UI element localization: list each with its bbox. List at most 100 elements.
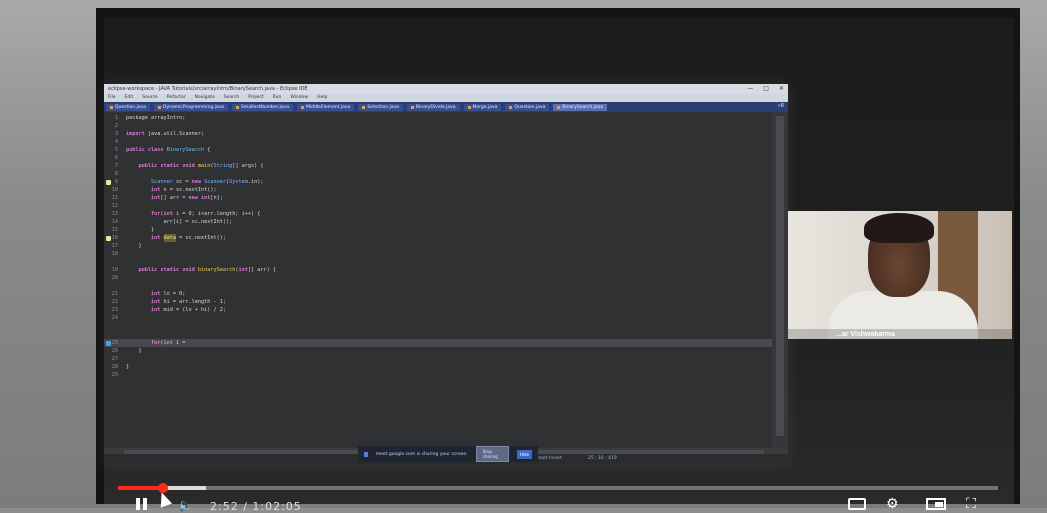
editor-tab[interactable]: Selection.java [358,103,403,111]
java-file-icon [467,105,471,109]
code-line: 5 public class BinarySearch { [114,147,211,153]
menu-refactor[interactable]: Refactor [167,94,186,102]
minimize-button[interactable]: — [747,84,753,94]
breakpoint-marker-icon[interactable] [106,341,111,346]
eclipse-titlebar: eclipse-workspace - JAVA Tutorials/src/a… [104,84,788,94]
insert-mode-status: Smart Insert [534,456,562,461]
editor-tab-bar: Question.java DynamicProgramming.java Sm… [104,102,788,112]
window-controls: — □ ✕ [747,84,784,94]
menu-navigate[interactable]: Navigate [195,94,215,102]
time-display: 2:52 / 1:02:05 [210,500,302,513]
tab-label: BinarySearch.java [562,104,604,110]
code-line: 19 public static void binarySearch(int[]… [111,267,276,273]
java-file-icon [410,105,414,109]
cursor-position-status: 25 : 16 : 419 [587,456,617,461]
menu-search[interactable]: Search [224,94,239,102]
hide-banner-button[interactable]: Hide [516,449,532,459]
tab-label: Question.java [514,104,546,110]
close-button[interactable]: ✕ [779,84,784,94]
code-line: 14 arr[i] = sc.nextInt(); [111,219,233,225]
warning-marker-icon[interactable] [106,180,111,185]
tab-label: DynamicProgramming.java [163,104,225,110]
miniplayer-button[interactable] [926,498,946,510]
tab-label: MiddleElement.java [305,104,351,110]
webcam-overlay: ...ar Vishwakarma [788,211,1012,339]
menu-source[interactable]: Source [142,94,157,102]
menu-edit[interactable]: Edit [125,94,134,102]
editor-tab-active[interactable]: BinarySearch.java [553,103,608,111]
settings-gear-icon[interactable]: ⚙ [886,496,899,512]
menu-project[interactable]: Project [248,94,263,102]
code-line: 28} [111,364,130,370]
code-line: 3 import java.util.Scanner; [114,131,205,137]
editor-tab[interactable]: BinaryDivide.java [406,103,460,111]
java-file-icon [557,105,561,109]
editor-tab[interactable]: Merge.java [463,103,502,111]
editor-tab[interactable]: DynamicProgramming.java [154,103,229,111]
code-line: 26 } [111,348,142,354]
code-line: 11 int[] arr = new int[n]; [111,195,223,201]
code-line: 6 [114,155,118,161]
video-progress-bar[interactable] [118,486,998,490]
tab-label: Merge.java [472,104,498,110]
code-line: 1 package arrayIntro; [114,115,186,121]
stop-sharing-button[interactable]: Stop sharing [475,446,509,462]
code-line: 10 int n = sc.nextInt(); [111,187,217,193]
code-line: 23 int mid = (lo + hi) / 2; [111,307,226,313]
java-file-icon [362,105,366,109]
screen-share-banner: meet.google.com is sharing your screen. … [358,446,538,462]
screen-share-text: meet.google.com is sharing your screen. [375,451,468,457]
code-line: 22 int hi = arr.length - 1; [111,299,226,305]
tab-label: BinaryDivide.java [415,104,456,110]
window-title: eclipse-workspace - JAVA Tutorials/src/a… [108,86,308,92]
java-file-icon [509,105,513,109]
code-line: 9 Scanner sc = new Scanner(System.in); [114,179,264,185]
pause-button[interactable] [136,498,150,510]
code-line: 4 [114,139,118,145]
player-controls: 🔈 2:52 / 1:02:05 ⚙ ⛶ [130,496,990,513]
code-line: 24 [111,315,118,321]
java-file-icon [110,105,113,109]
webcam-person-hair [864,213,934,243]
tab-overflow-button[interactable]: »8 [778,103,784,109]
warning-marker-icon[interactable] [106,236,111,241]
menu-help[interactable]: Help [317,94,327,102]
editor-tab[interactable]: MiddleElement.java [296,103,355,111]
code-line: 21 int lo = 0; [111,291,186,297]
code-line-current: 25 for(int i = [111,340,189,346]
menu-bar: File Edit Source Refactor Navigate Searc… [104,94,788,102]
code-line: 2 [114,123,118,129]
current-line-highlight [104,339,772,347]
code-line: 27 [111,356,118,362]
editor-tab[interactable]: Question.java [106,103,150,111]
menu-file[interactable]: File [108,94,116,102]
code-editor[interactable]: 1 package arrayIntro; 2 3 import java.util… [104,112,772,448]
vertical-scrollbar[interactable] [772,112,788,448]
code-line: 7 public static void main(String[] args)… [114,163,264,169]
menu-window[interactable]: Window [290,94,308,102]
participant-name: ...ar Vishwakarma [836,331,896,338]
code-line: 17 } [111,243,142,249]
progress-played [118,486,162,490]
editor-tab[interactable]: Question.java [505,103,550,111]
webcam-name-strip [788,329,1012,339]
scrollbar-thumb[interactable] [776,116,784,436]
maximize-button[interactable]: □ [763,84,769,94]
tab-label: Question.java [115,104,146,110]
code-line: 20 [111,275,118,281]
code-line: 8 [114,171,118,177]
eclipse-window: eclipse-workspace - JAVA Tutorials/src/a… [104,84,788,464]
editor-tab[interactable]: SmallestNumber.java [232,103,293,111]
tab-label: Selection.java [367,104,399,110]
code-line: 29 [111,372,118,378]
menu-run[interactable]: Run [273,94,282,102]
fullscreen-button[interactable]: ⛶ [966,496,976,512]
tab-label: SmallestNumber.java [241,104,289,110]
subtitles-button[interactable] [848,498,866,510]
java-file-icon [158,105,161,109]
code-line: 15 } [111,227,155,233]
java-file-icon [236,105,240,109]
code-line: 13 for(int i = 0; i<arr.length; i++) { [111,211,261,217]
volume-icon[interactable]: 🔈 [178,498,193,512]
code-line: 12 [111,203,118,209]
